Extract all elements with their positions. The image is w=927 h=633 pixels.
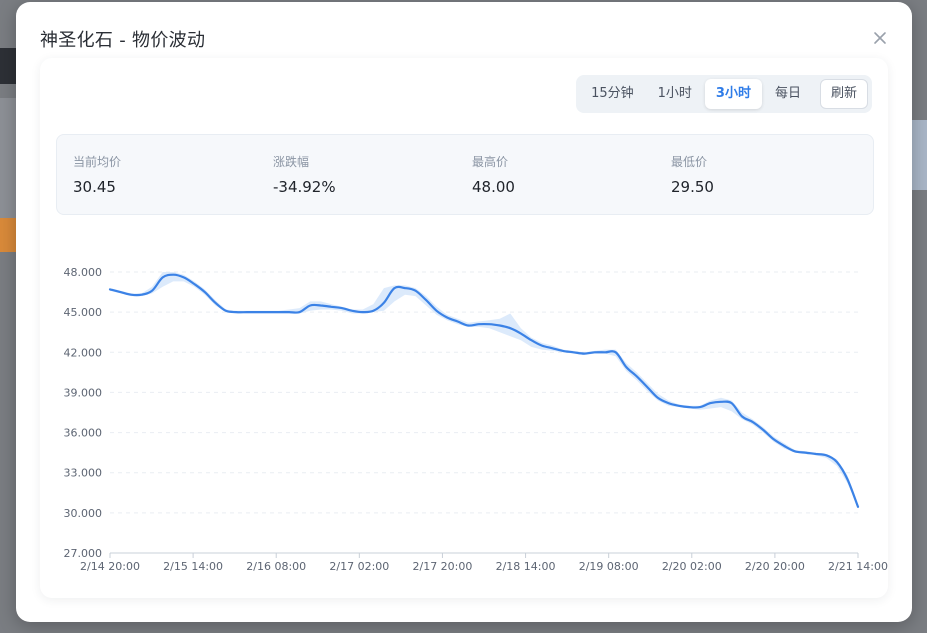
price-line-chart: 48.000 45.000 42.000 39.000 36.000 33.000 30.0…	[64, 266, 888, 573]
close-icon[interactable]	[870, 28, 890, 48]
y-tick-label: 42.000	[64, 346, 103, 359]
chart-card: 15分钟 1小时 3小时 每日 刷新 当前均价 30.45 涨跌幅 -34.92…	[40, 58, 888, 598]
x-tick-label: 2/21 14:00	[828, 560, 888, 573]
dialog-title: 神圣化石 - 物价波动	[40, 30, 206, 51]
price-history-dialog: 神圣化石 - 物价波动 15分钟 1小时 3小时 每日 刷新 当前均价 30.4…	[16, 2, 912, 622]
y-tick-label: 48.000	[64, 266, 103, 279]
x-tick-label: 2/17 20:00	[412, 560, 472, 573]
price-series-line	[108, 273, 860, 508]
y-tick-label: 30.000	[64, 507, 103, 520]
x-tick-label: 2/18 14:00	[496, 560, 556, 573]
y-tick-label: 39.000	[64, 386, 103, 399]
y-tick-label: 27.000	[64, 547, 103, 560]
y-tick-label: 36.000	[64, 427, 103, 440]
x-tick-label: 2/16 08:00	[246, 560, 306, 573]
y-tick-label: 45.000	[64, 306, 103, 319]
x-tick-label: 2/17 02:00	[329, 560, 389, 573]
x-tick-label: 2/20 02:00	[662, 560, 722, 573]
y-tick-label: 33.000	[64, 467, 103, 480]
x-tick-label: 2/20 20:00	[745, 560, 805, 573]
x-tick-label: 2/14 20:00	[80, 560, 140, 573]
backdrop-block	[911, 120, 927, 190]
x-tick-label: 2/15 14:00	[163, 560, 223, 573]
x-tick-label: 2/19 08:00	[579, 560, 639, 573]
